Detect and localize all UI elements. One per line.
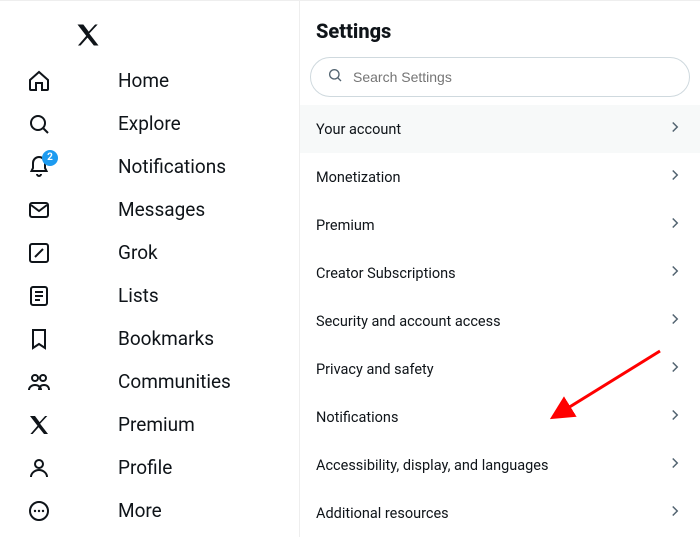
more-icon [26,498,52,524]
nav-label: Communities [118,370,231,393]
chevron-right-icon [666,310,684,332]
nav-label: Profile [118,456,172,479]
chevron-right-icon [666,214,684,236]
x-icon [26,412,52,438]
nav-grok[interactable]: Grok [0,231,299,274]
nav-explore[interactable]: Explore [0,102,299,145]
nav-premium[interactable]: Premium [0,403,299,446]
mail-icon [26,197,52,223]
chevron-right-icon [666,262,684,284]
row-creator-subscriptions[interactable]: Creator Subscriptions [300,249,700,297]
bell-icon: 2 [26,154,52,180]
logo[interactable] [0,15,299,59]
row-label: Notifications [316,409,398,426]
nav-lists[interactable]: Lists [0,274,299,317]
nav-communities[interactable]: Communities [0,360,299,403]
settings-list: Your account Monetization Premium Creato… [300,105,700,537]
row-monetization[interactable]: Monetization [300,153,700,201]
chevron-right-icon [666,118,684,140]
nav-label: Explore [118,112,181,135]
row-security-access[interactable]: Security and account access [300,297,700,345]
sidebar: Home Explore 2 Notifications Messages Gr… [0,1,300,537]
nav-home[interactable]: Home [0,59,299,102]
chevron-right-icon [666,454,684,476]
communities-icon [26,369,52,395]
search-icon [26,111,52,137]
search-container [300,57,700,105]
nav-more[interactable]: More [0,489,299,532]
row-accessibility-display-languages[interactable]: Accessibility, display, and languages [300,441,700,489]
row-privacy-safety[interactable]: Privacy and safety [300,345,700,393]
row-additional-resources[interactable]: Additional resources [300,489,700,537]
nav-label: Home [118,69,169,92]
x-logo-icon [74,21,102,49]
nav-messages[interactable]: Messages [0,188,299,231]
page-title: Settings [300,19,700,57]
row-premium[interactable]: Premium [300,201,700,249]
row-label: Creator Subscriptions [316,265,456,282]
row-label: Accessibility, display, and languages [316,457,548,474]
notifications-badge: 2 [42,150,58,166]
nav-label: Notifications [118,155,226,178]
chevron-right-icon [666,406,684,428]
row-label: Privacy and safety [316,361,434,378]
chevron-right-icon [666,358,684,380]
row-your-account[interactable]: Your account [300,105,700,153]
row-notifications[interactable]: Notifications [300,393,700,441]
nav-label: Premium [118,413,195,436]
profile-icon [26,455,52,481]
nav-label: Grok [118,241,158,264]
nav-notifications[interactable]: 2 Notifications [0,145,299,188]
app-root: Home Explore 2 Notifications Messages Gr… [0,0,700,537]
home-icon [26,68,52,94]
nav-label: Lists [118,284,159,307]
nav-label: Messages [118,198,205,221]
row-label: Security and account access [316,313,501,330]
row-label: Additional resources [316,505,449,522]
grok-icon [26,240,52,266]
nav-list: Home Explore 2 Notifications Messages Gr… [0,59,299,532]
search-icon [327,67,343,87]
nav-bookmarks[interactable]: Bookmarks [0,317,299,360]
lists-icon [26,283,52,309]
settings-panel: Settings Your account Monetization Premi… [300,1,700,537]
search-box[interactable] [310,57,690,97]
chevron-right-icon [666,166,684,188]
search-input[interactable] [353,69,673,85]
row-label: Monetization [316,169,401,186]
chevron-right-icon [666,502,684,524]
nav-profile[interactable]: Profile [0,446,299,489]
nav-label: Bookmarks [118,327,214,350]
nav-label: More [118,499,162,522]
bookmark-icon [26,326,52,352]
row-label: Premium [316,217,375,234]
row-label: Your account [316,121,401,138]
